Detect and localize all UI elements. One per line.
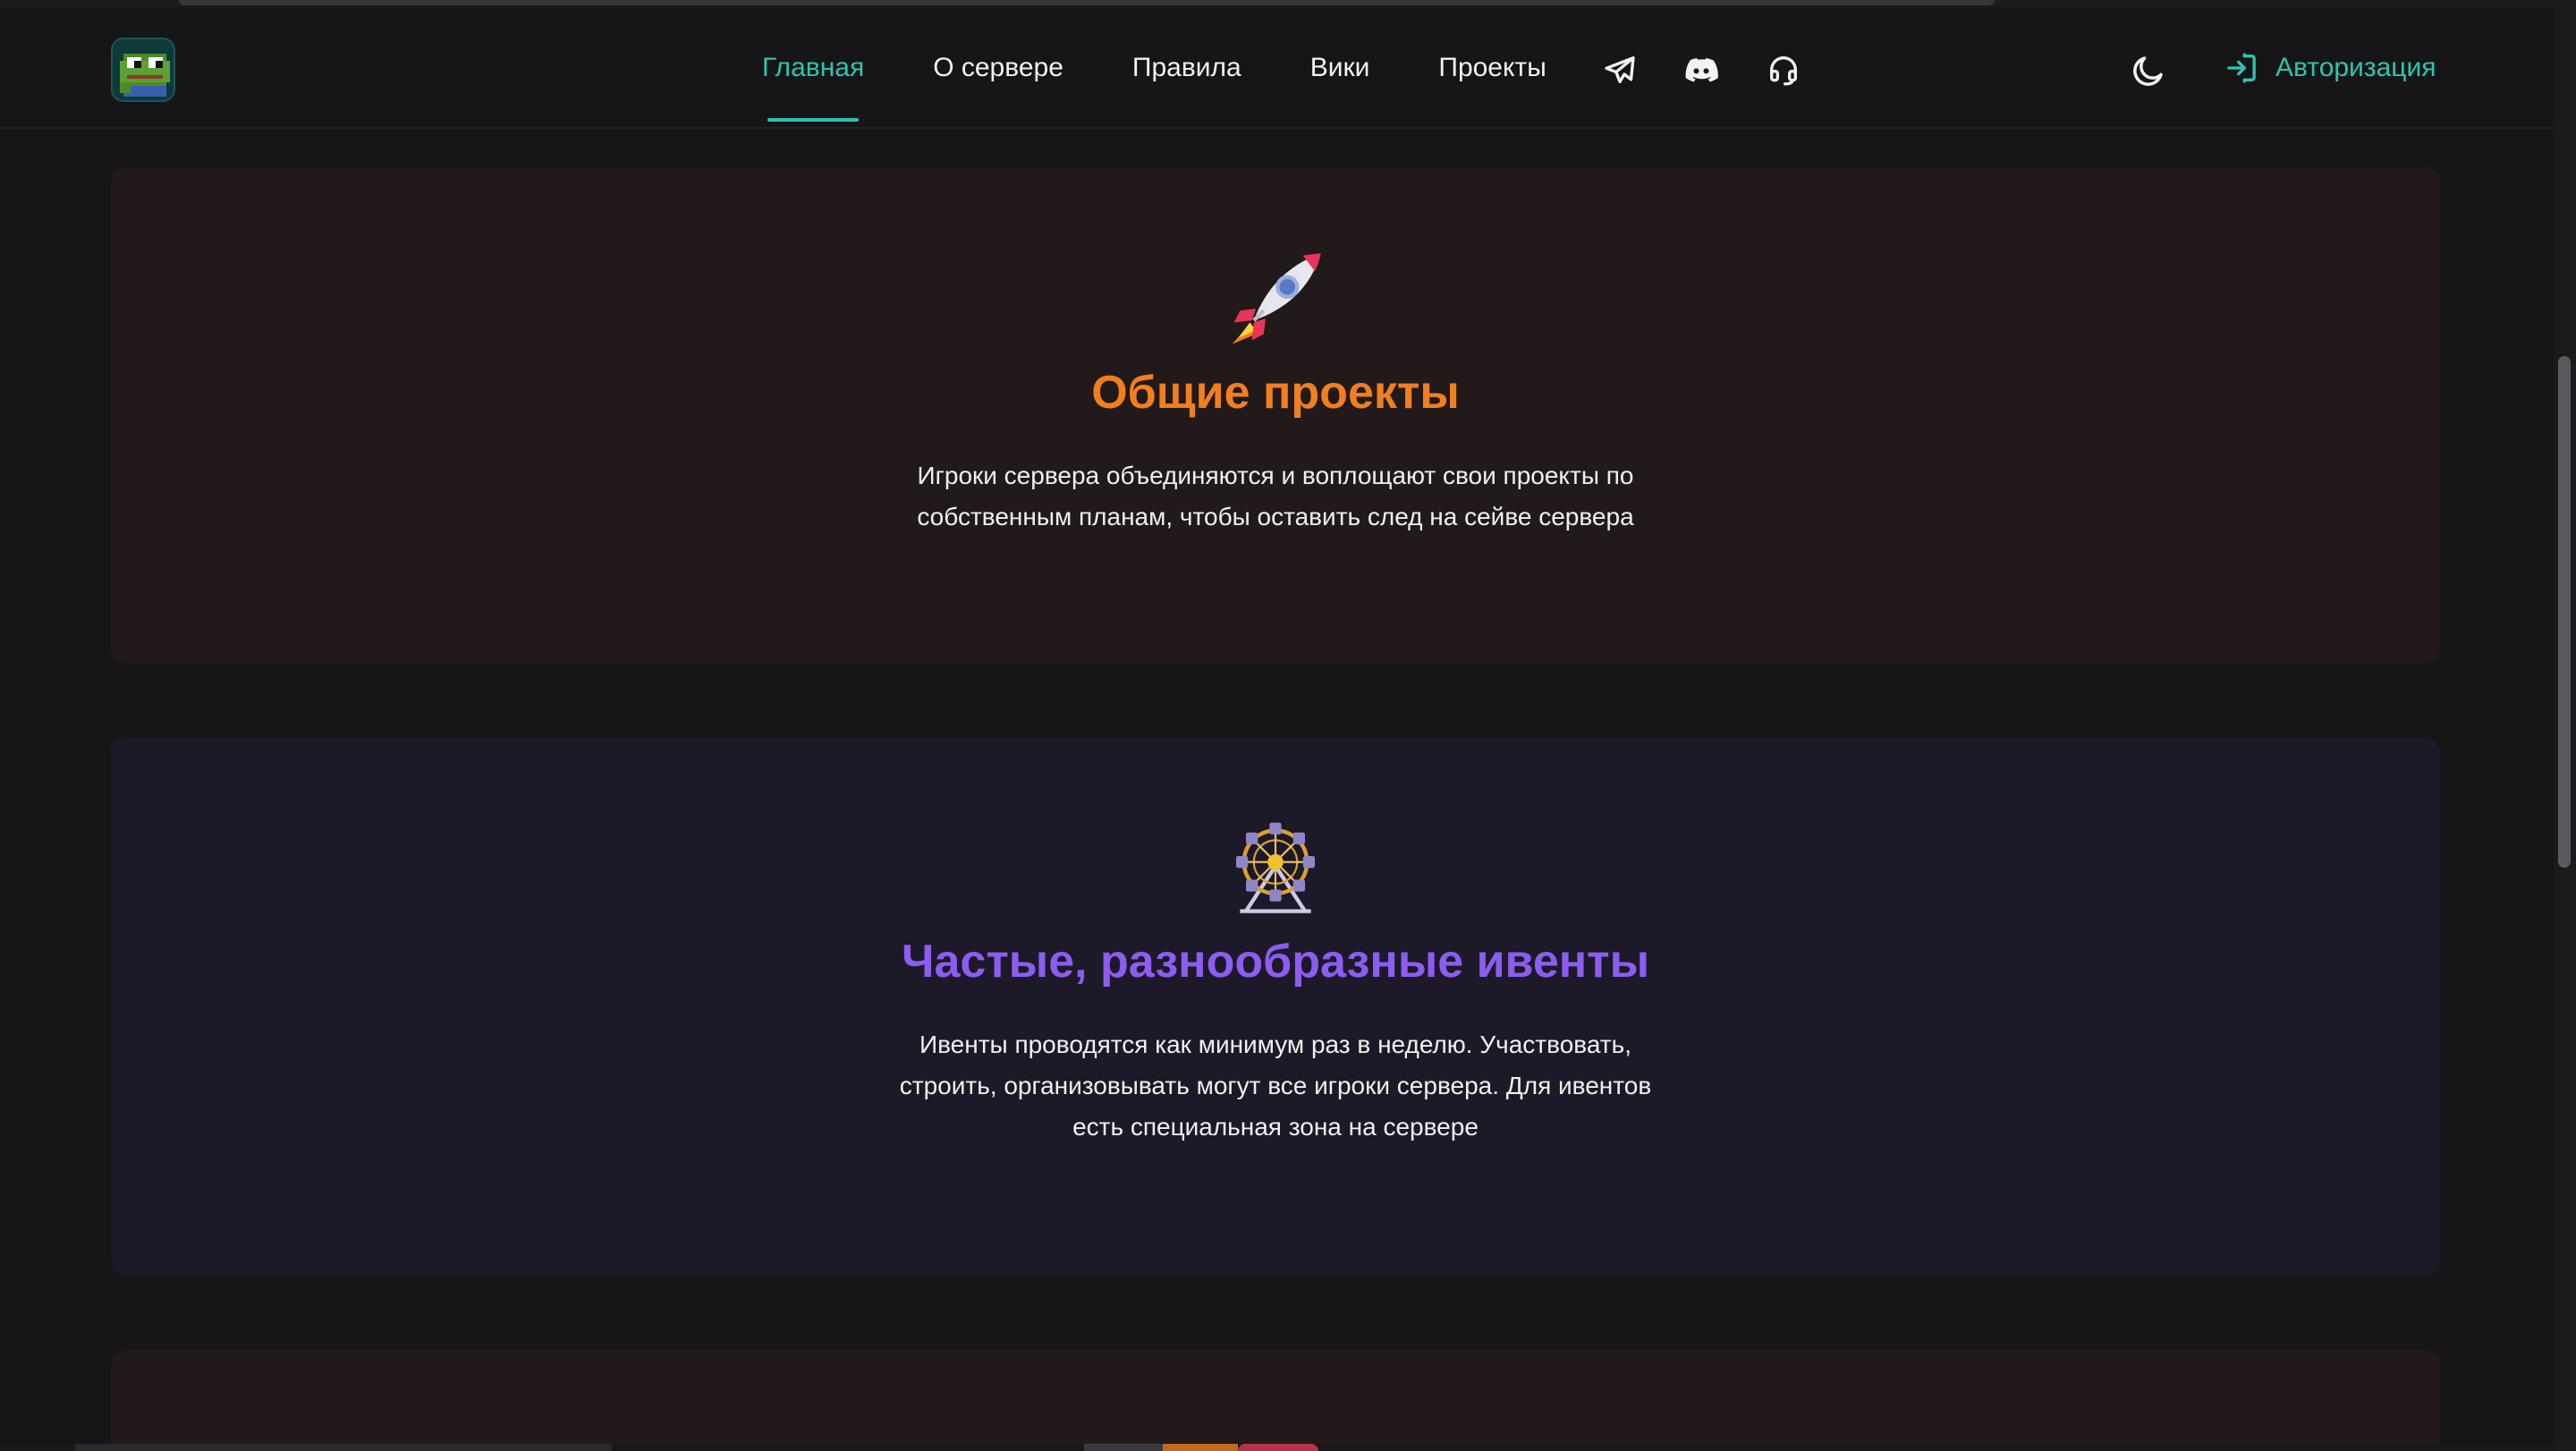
bottom-strip-segment <box>1238 1444 1318 1451</box>
feature-title: Общие проекты <box>1091 367 1460 419</box>
discord-icon[interactable] <box>1683 52 1719 88</box>
nav-home[interactable]: Главная <box>762 7 864 129</box>
main-nav: Главная О сервере Правила Вики Проекты <box>762 7 1615 129</box>
pixel-frog-logo-icon <box>113 39 174 100</box>
feature-title: Частые, разнообразные ивенты <box>901 936 1650 988</box>
browser-tab-bar <box>179 0 1995 5</box>
ferris-wheel-icon <box>1226 817 1325 915</box>
site-header: Главная О сервере Правила Вики Проекты А… <box>0 7 2555 129</box>
feature-card-next <box>111 1350 2440 1451</box>
login-icon <box>2227 53 2256 83</box>
telegram-icon[interactable] <box>1602 52 1638 88</box>
login-button[interactable]: Авторизация <box>2224 7 2436 129</box>
rocket-icon <box>1226 250 1325 348</box>
headset-icon[interactable] <box>1766 52 1801 88</box>
bottom-strip <box>0 1444 2555 1451</box>
page: Главная О сервере Правила Вики Проекты А… <box>0 0 2576 1451</box>
browser-top-strip <box>0 0 2576 7</box>
feature-card-projects: Общие проекты Игроки сервера объединяютс… <box>111 167 2440 663</box>
moon-icon[interactable] <box>2130 52 2167 89</box>
login-label: Авторизация <box>2275 53 2436 82</box>
feature-card-events: Частые, разнообразные ивенты Ивенты пров… <box>111 738 2440 1275</box>
bottom-strip-segment <box>1084 1444 1163 1451</box>
scrollbar-thumb[interactable] <box>2558 356 2571 868</box>
bottom-strip-segment <box>75 1444 612 1451</box>
bottom-strip-segment <box>1163 1444 1238 1451</box>
nav-projects[interactable]: Проекты <box>1438 7 1546 129</box>
nav-rules[interactable]: Правила <box>1132 7 1241 129</box>
feature-description: Ивенты проводятся как минимум раз в неде… <box>899 1031 1652 1141</box>
nav-about[interactable]: О сервере <box>933 7 1063 129</box>
site-logo[interactable] <box>111 38 175 102</box>
feature-description: Игроки сервера объединяются и воплощают … <box>917 462 1634 530</box>
nav-wiki[interactable]: Вики <box>1310 7 1370 129</box>
